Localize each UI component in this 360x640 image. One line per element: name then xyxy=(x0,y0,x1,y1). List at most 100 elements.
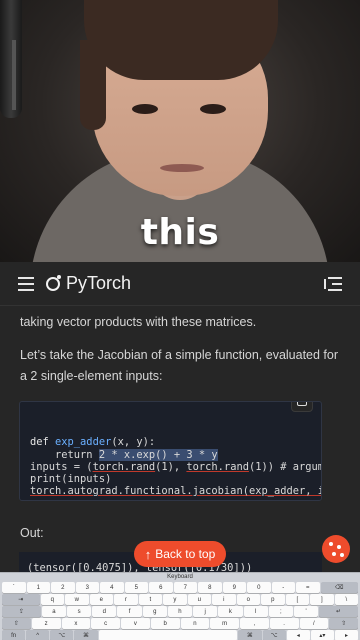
keyboard-key[interactable]: ' xyxy=(293,606,319,617)
back-to-top-button[interactable]: ↑ Back to top xyxy=(134,541,226,567)
keyboard-key[interactable]: s xyxy=(66,606,92,617)
keyboard-key[interactable]: b xyxy=(150,618,180,629)
keyboard-key[interactable]: 5 xyxy=(124,582,148,593)
keyboard-key[interactable]: ▸ xyxy=(334,630,359,640)
paragraph-jacobian-intro: Let’s take the Jacobian of a simple func… xyxy=(20,348,339,383)
keyboard-key[interactable]: \ xyxy=(334,594,359,605)
keyboard-key[interactable]: k xyxy=(218,606,243,617)
video-frame: this xyxy=(0,0,360,262)
keyboard-key[interactable]: o xyxy=(236,594,261,605)
presenter-eye-left xyxy=(132,104,158,114)
keyboard-key[interactable]: y xyxy=(163,594,187,605)
keyboard-key[interactable]: ⌘ xyxy=(238,630,262,640)
keyboard-key[interactable]: h xyxy=(167,606,193,617)
keyboard-key[interactable]: ` xyxy=(2,582,26,593)
cookie-icon[interactable] xyxy=(322,535,350,563)
keyboard-key[interactable]: 4 xyxy=(100,582,124,593)
keyboard-key[interactable]: , xyxy=(240,618,269,629)
keyboard-key[interactable]: 7 xyxy=(173,582,197,593)
keyboard-key[interactable]: g xyxy=(142,606,167,617)
keyboard-key[interactable]: d xyxy=(92,606,117,617)
article-content: taking vector products with these matric… xyxy=(0,306,360,572)
keyboard-key[interactable]: q xyxy=(40,594,65,605)
code-line-2: return 2 * x.exp() + 3 * y xyxy=(30,448,218,461)
keyboard-key[interactable]: z xyxy=(31,618,61,629)
microphone-clip xyxy=(12,40,16,110)
code-line-1: def exp_adder(x, y): xyxy=(30,436,156,449)
keyboard-key[interactable]: ⇧ xyxy=(2,618,31,629)
keyboard-key[interactable]: 8 xyxy=(198,582,222,593)
keyboard-key[interactable]: ◂ xyxy=(286,630,310,640)
keyboard-key[interactable]: u xyxy=(187,594,212,605)
keyboard-key[interactable]: c xyxy=(91,618,120,629)
keyboard-key[interactable]: 2 xyxy=(51,582,75,593)
keyboard-row-zxcv: ⇧ z x c v b n m,. / ⇧ xyxy=(2,618,358,629)
pytorch-logo[interactable]: PyTorch xyxy=(46,273,131,294)
keyboard-key[interactable]: i xyxy=(212,594,236,605)
keyboard-key[interactable]: a xyxy=(41,606,66,617)
keyboard-key[interactable]: n xyxy=(180,618,210,629)
keyboard-row-modifiers: fn ^ ⌥ ⌘ ⌘ ⌥ ◂ ▴▾ ▸ xyxy=(2,630,359,640)
keyboard-key[interactable]: ⇧ xyxy=(329,618,358,629)
video-caption: this xyxy=(140,212,220,253)
keyboard-key[interactable]: / xyxy=(299,618,329,629)
keyboard-key[interactable]: 1 xyxy=(26,582,50,593)
keyboard-key[interactable]: v xyxy=(121,618,150,629)
collapse-menu-icon[interactable] xyxy=(324,276,342,292)
code-block[interactable]: def exp_adder(x, y): return 2 * x.exp() … xyxy=(19,401,322,501)
back-to-top-label: Back to top xyxy=(155,547,216,561)
keyboard-key[interactable]: r xyxy=(114,594,138,605)
keyboard-key[interactable]: l xyxy=(243,606,268,617)
keyboard-key[interactable]: 6 xyxy=(149,582,173,593)
top-navbar: PyTorch xyxy=(0,262,360,306)
hamburger-menu-icon[interactable] xyxy=(18,276,34,291)
keyboard-key[interactable]: ▴▾ xyxy=(310,630,334,640)
presenter-eye-right xyxy=(200,104,226,114)
keyboard-key[interactable]: = xyxy=(296,582,320,593)
keyboard-key[interactable]: f xyxy=(117,606,142,617)
keyboard-row-numbers: ` 1 2 3 4 5 6 7 8 9 0- = ⌫ xyxy=(2,582,359,593)
copy-code-button[interactable] xyxy=(291,402,313,412)
keyboard-key[interactable]: ⇪ xyxy=(2,606,41,617)
keyboard-key[interactable]: 3 xyxy=(75,582,99,593)
keyboard-key[interactable]: . xyxy=(269,618,299,629)
docs-page: PyTorch taking vector products with thes… xyxy=(0,262,360,572)
keyboard-key[interactable]: ; xyxy=(268,606,293,617)
keyboard-row-qwerty: ⇥ q w e r t y u i o p[] \ xyxy=(2,594,359,605)
arrow-up-icon: ↑ xyxy=(144,546,152,562)
keyboard-key[interactable]: ⌘ xyxy=(74,630,98,640)
presenter-hair xyxy=(84,0,278,80)
keyboard-key[interactable]: m xyxy=(210,618,239,629)
keyboard-key[interactable]: j xyxy=(193,606,218,617)
keyboard-key[interactable]: ⌥ xyxy=(50,630,74,640)
keyboard-key[interactable]: [ xyxy=(285,594,310,605)
keyboard-key[interactable]: ⇥ xyxy=(2,594,40,605)
keyboard-key[interactable]: p xyxy=(261,594,285,605)
keyboard-key[interactable]: w xyxy=(65,594,89,605)
code-line-5: print(inputs) xyxy=(30,473,112,486)
keyboard-key[interactable]: x xyxy=(61,618,91,629)
keyboard-key[interactable]: ⌫ xyxy=(320,582,359,593)
keyboard-key[interactable]: 0 xyxy=(247,582,271,593)
on-screen-keyboard: Keyboard ` 1 2 3 4 5 6 7 8 9 0- = ⌫ ⇥ q w e r t y u i o p[] \ ⇪… xyxy=(0,572,360,640)
keyboard-key[interactable] xyxy=(98,630,238,640)
microphone xyxy=(0,0,22,118)
keyboard-key[interactable]: fn xyxy=(2,630,26,640)
keyboard-title: Keyboard xyxy=(167,574,193,580)
keyboard-key[interactable]: ^ xyxy=(26,630,50,640)
code-line-6: torch.autograd.functional.jacobian(exp_a… xyxy=(30,485,322,498)
keyboard-key[interactable]: e xyxy=(89,594,114,605)
keyboard-key[interactable]: ↵ xyxy=(319,606,358,617)
keyboard-key[interactable]: 9 xyxy=(222,582,246,593)
logo-text: PyTorch xyxy=(66,273,132,293)
keyboard-row-asdf: ⇪ a s d f g h j k l; ' ↵ xyxy=(2,606,358,617)
paragraph-vector-products: taking vector products with these matric… xyxy=(20,315,257,329)
keyboard-key[interactable]: - xyxy=(271,582,295,593)
keyboard-key[interactable]: ⌥ xyxy=(262,630,286,640)
keyboard-key[interactable]: t xyxy=(138,594,163,605)
copy-icon xyxy=(297,402,307,406)
presenter-mouth xyxy=(160,164,204,172)
keyboard-key[interactable]: ] xyxy=(310,594,334,605)
presenter-hair-side xyxy=(80,40,106,130)
screen: this PyTorch taking vector products with… xyxy=(0,0,360,640)
